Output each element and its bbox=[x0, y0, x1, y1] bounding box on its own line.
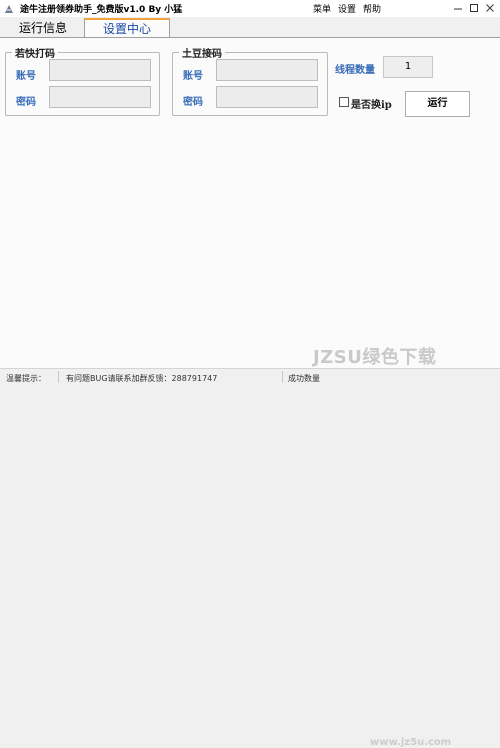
menu-item-settings[interactable]: 设置 bbox=[338, 2, 356, 15]
group-kuai-captcha: 若快打码 账号 密码 bbox=[5, 45, 160, 116]
status-divider bbox=[58, 371, 59, 383]
status-divider bbox=[282, 371, 283, 383]
status-prompt-label: 温馨提示： bbox=[6, 374, 46, 383]
kuai-account-input[interactable] bbox=[49, 59, 151, 81]
app-icon bbox=[4, 3, 14, 13]
group-kuai-legend: 若快打码 bbox=[12, 45, 58, 60]
title-bar: 途牛注册领券助手_免费版v1.0 By 小猛 菜单 设置 帮助 bbox=[0, 0, 500, 17]
site-watermark: JZSU绿色下载 bbox=[313, 347, 437, 368]
threads-label: 线程数量 bbox=[335, 65, 375, 76]
group-tudou-sms: 土豆接码 账号 密码 bbox=[172, 45, 328, 116]
menu-item-help[interactable]: 帮助 bbox=[363, 2, 381, 15]
run-button[interactable]: 运行 bbox=[405, 91, 470, 117]
tudou-account-label: 账号 bbox=[183, 71, 203, 82]
tudou-account-input[interactable] bbox=[216, 59, 318, 81]
switch-ip-label: 是否换ip bbox=[351, 100, 392, 111]
group-tudou-legend: 土豆接码 bbox=[179, 45, 225, 60]
success-count-label: 成功数量 bbox=[288, 374, 320, 383]
tab-strip: 运行信息 设置中心 bbox=[0, 18, 500, 39]
window-title: 途牛注册领券助手_免费版v1.0 By 小猛 bbox=[20, 5, 183, 15]
minimize-icon[interactable] bbox=[451, 1, 465, 15]
site-watermark-url: www.jz5u.com bbox=[370, 737, 452, 748]
close-icon[interactable] bbox=[483, 1, 497, 15]
tudou-password-label: 密码 bbox=[183, 97, 203, 108]
threads-count-input[interactable]: 1 bbox=[383, 56, 433, 78]
kuai-password-input[interactable] bbox=[49, 86, 151, 108]
status-bar: 温馨提示： 有问题BUG请联系加群反馈：288791747 成功数量 www.j… bbox=[0, 368, 500, 748]
maximize-icon[interactable] bbox=[467, 1, 481, 15]
kuai-password-label: 密码 bbox=[16, 97, 36, 108]
settings-panel: 若快打码 账号 密码 土豆接码 账号 密码 线程数量 bbox=[0, 38, 500, 368]
tudou-password-input[interactable] bbox=[216, 86, 318, 108]
checkbox-box[interactable] bbox=[339, 97, 349, 107]
status-message: 有问题BUG请联系加群反馈：288791747 bbox=[66, 374, 218, 383]
menu-item-menu[interactable]: 菜单 bbox=[313, 2, 331, 15]
tab-settings-center[interactable]: 设置中心 bbox=[84, 18, 170, 39]
kuai-account-label: 账号 bbox=[16, 71, 36, 82]
tab-run-info[interactable]: 运行信息 bbox=[2, 20, 84, 37]
